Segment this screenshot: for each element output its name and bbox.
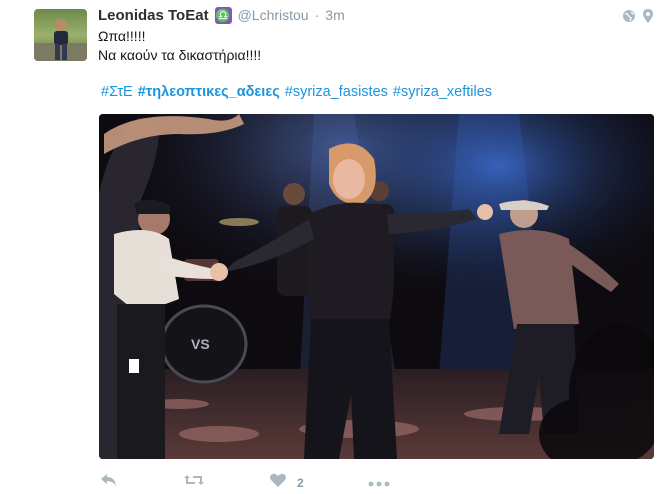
globe-icon	[622, 9, 636, 28]
timestamp[interactable]: 3m	[325, 7, 344, 23]
more-button[interactable]	[368, 474, 390, 492]
tweet-photo[interactable]: VS	[99, 114, 654, 459]
tweet-meta-icons	[622, 8, 654, 29]
retweet-icon	[183, 472, 205, 493]
avatar[interactable]	[34, 9, 87, 61]
tweet-actions: 2	[99, 472, 454, 493]
retweet-button[interactable]	[183, 472, 205, 493]
separator-dot: ·	[314, 7, 320, 23]
heart-icon	[269, 472, 287, 493]
hashtag-link[interactable]: #ΣτΕ	[101, 84, 133, 100]
hashtag-link[interactable]: #syriza_xeftiles	[393, 84, 492, 100]
tweet-text-line: Να καούν τα δικαστήρια!!!!	[98, 47, 262, 63]
tweet-card[interactable]: Leonidas ToEat ♎ @Lchristou · 3m Ωπα!!!!…	[0, 0, 672, 494]
display-name[interactable]: Leonidas ToEat	[98, 7, 209, 24]
like-count: 2	[297, 475, 304, 490]
hashtag-link[interactable]: #syriza_fasistes	[285, 84, 388, 100]
tweet-text: Ωπα!!!!! Να καούν τα δικαστήρια!!!!	[98, 27, 261, 65]
user-handle[interactable]: @Lchristou	[238, 7, 309, 23]
hashtag-link[interactable]: #τηλεοπτικες_αδειες	[138, 84, 280, 100]
like-button[interactable]: 2	[269, 472, 304, 493]
tweet-text-line: Ωπα!!!!!	[98, 28, 146, 44]
hashtag-list: #ΣτΕ #τηλεοπτικες_αδειες #syriza_fasistes #…	[101, 84, 497, 100]
tweet-header: Leonidas ToEat ♎ @Lchristou · 3m	[98, 4, 345, 26]
more-dots-icon	[368, 474, 390, 492]
libra-sign-icon: ♎	[214, 6, 232, 24]
reply-icon	[99, 472, 119, 493]
location-pin-icon[interactable]	[642, 8, 654, 29]
svg-text:VS: VS	[191, 336, 210, 352]
reply-button[interactable]	[99, 472, 119, 493]
